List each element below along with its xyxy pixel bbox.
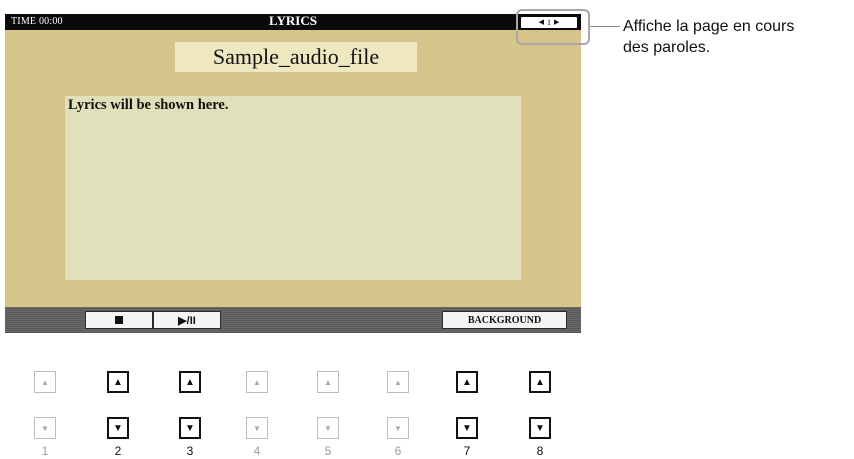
up-button-4[interactable]: ▲ (246, 371, 268, 393)
stop-button[interactable] (85, 311, 153, 329)
triangle-down-icon: ▼ (394, 423, 402, 433)
callout-leader-line (590, 26, 620, 27)
down-button-1[interactable]: ▼ (34, 417, 56, 439)
down-button-6[interactable]: ▼ (387, 417, 409, 439)
triangle-down-icon: ▼ (535, 422, 545, 434)
up-button-8[interactable]: ▲ (529, 371, 551, 393)
callout-highlight (516, 9, 590, 45)
play-pause-button[interactable]: ▶/II (153, 311, 221, 329)
up-button-1[interactable]: ▲ (34, 371, 56, 393)
top-bar: TIME 00:00 LYRICS ◀ 1 ▶ (5, 13, 581, 30)
triangle-up-icon: ▲ (185, 376, 195, 388)
stop-icon (115, 316, 123, 324)
triangle-down-icon: ▼ (253, 423, 261, 433)
button-number-5: 5 (324, 444, 332, 458)
triangle-down-icon: ▼ (113, 422, 123, 434)
down-button-3[interactable]: ▼ (179, 417, 201, 439)
triangle-down-icon: ▼ (462, 422, 472, 434)
button-number-4: 4 (253, 444, 261, 458)
triangle-down-icon: ▼ (41, 423, 49, 433)
screen-title: LYRICS (269, 13, 317, 28)
down-button-4[interactable]: ▼ (246, 417, 268, 439)
triangle-down-icon: ▼ (185, 422, 195, 434)
up-button-6[interactable]: ▲ (387, 371, 409, 393)
up-button-3[interactable]: ▲ (179, 371, 201, 393)
triangle-up-icon: ▲ (41, 377, 49, 387)
song-title: Sample_audio_file (175, 42, 417, 72)
up-button-2[interactable]: ▲ (107, 371, 129, 393)
triangle-up-icon: ▲ (324, 377, 332, 387)
up-button-5[interactable]: ▲ (317, 371, 339, 393)
down-button-8[interactable]: ▼ (529, 417, 551, 439)
bottom-bar: ▶/II BACKGROUND (5, 307, 581, 333)
down-button-5[interactable]: ▼ (317, 417, 339, 439)
button-number-1: 1 (41, 444, 49, 458)
triangle-up-icon: ▲ (253, 377, 261, 387)
button-number-7: 7 (463, 444, 471, 458)
triangle-up-icon: ▲ (535, 376, 545, 388)
background-button[interactable]: BACKGROUND (442, 311, 567, 329)
triangle-down-icon: ▼ (324, 423, 332, 433)
lyrics-text: Lyrics will be shown here. (68, 97, 229, 113)
lcd-screen: TIME 00:00 LYRICS ◀ 1 ▶ Sample_audio_fil… (5, 13, 581, 333)
lyrics-area: Lyrics will be shown here. (65, 96, 521, 280)
button-number-3: 3 (186, 444, 194, 458)
button-number-8: 8 (536, 444, 544, 458)
button-number-6: 6 (394, 444, 402, 458)
down-button-2[interactable]: ▼ (107, 417, 129, 439)
triangle-up-icon: ▲ (394, 377, 402, 387)
button-number-2: 2 (114, 444, 122, 458)
up-button-7[interactable]: ▲ (456, 371, 478, 393)
callout-text: Affiche la page en cours des paroles. (623, 16, 794, 58)
triangle-up-icon: ▲ (113, 376, 123, 388)
callout-line-1: Affiche la page en cours (623, 18, 795, 35)
down-button-7[interactable]: ▼ (456, 417, 478, 439)
triangle-up-icon: ▲ (462, 376, 472, 388)
callout-line-2: des paroles. (623, 39, 711, 56)
